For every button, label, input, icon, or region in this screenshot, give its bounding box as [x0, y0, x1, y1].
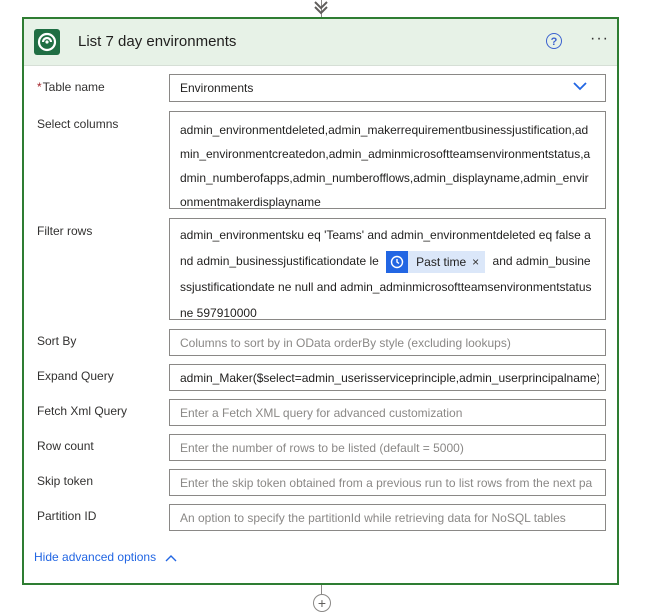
token-label: Past time	[416, 254, 467, 269]
sort-by-label: Sort By	[37, 334, 77, 348]
sort-by-input[interactable]: Columns to sort by in OData orderBy styl…	[169, 329, 606, 356]
action-card: List 7 day environments ? ··· *Table nam…	[22, 17, 619, 585]
select-columns-input[interactable]: admin_environmentdeleted,admin_makerrequ…	[169, 111, 606, 209]
filter-rows-input[interactable]: admin_environmentsku eq 'Teams' and admi…	[169, 218, 606, 320]
fetch-xml-placeholder: Enter a Fetch XML query for advanced cus…	[180, 406, 463, 420]
plus-icon[interactable]: +	[313, 594, 331, 612]
card-header[interactable]: List 7 day environments ? ···	[24, 19, 617, 66]
past-time-token[interactable]: Past time ×	[386, 250, 486, 273]
fetch-xml-label: Fetch Xml Query	[37, 404, 128, 418]
hide-advanced-options-label: Hide advanced options	[34, 550, 157, 564]
hide-advanced-options-link[interactable]: Hide advanced options	[34, 550, 177, 564]
chevron-down-icon[interactable]	[573, 81, 587, 91]
partition-id-input[interactable]: An option to specify the partitionId whi…	[169, 504, 606, 531]
skip-token-input[interactable]: Enter the skip token obtained from a pre…	[169, 469, 606, 496]
partition-id-label: Partition ID	[37, 509, 97, 523]
row-count-placeholder: Enter the number of rows to be listed (d…	[180, 441, 464, 455]
filter-rows-label: Filter rows	[37, 224, 93, 238]
skip-token-placeholder: Enter the skip token obtained from a pre…	[180, 476, 593, 490]
select-columns-label: Select columns	[37, 117, 119, 131]
more-options-icon[interactable]: ···	[590, 30, 609, 48]
row-count-input[interactable]: Enter the number of rows to be listed (d…	[169, 434, 606, 461]
partition-id-placeholder: An option to specify the partitionId whi…	[180, 511, 566, 525]
card-title[interactable]: List 7 day environments	[78, 33, 236, 50]
sort-by-placeholder: Columns to sort by in OData orderBy styl…	[180, 336, 511, 350]
expand-query-label: Expand Query	[37, 369, 114, 383]
skip-token-label: Skip token	[37, 474, 94, 488]
dataverse-logo-icon	[34, 29, 60, 55]
expand-query-value: admin_Maker($select=admin_userisservicep…	[180, 371, 599, 385]
table-name-value: Environments	[180, 81, 254, 95]
expand-query-input[interactable]: admin_Maker($select=admin_userisservicep…	[169, 364, 606, 391]
table-name-dropdown[interactable]: Environments	[169, 74, 606, 102]
help-circle-icon[interactable]: ?	[546, 33, 562, 49]
table-name-label-text: Table name	[42, 80, 105, 94]
arrow-down-icon	[314, 1, 328, 15]
fetch-xml-input[interactable]: Enter a Fetch XML query for advanced cus…	[169, 399, 606, 426]
row-count-label: Row count	[37, 439, 94, 453]
chevron-up-icon	[165, 554, 177, 562]
clock-icon	[386, 250, 409, 273]
required-marker: *	[37, 80, 42, 94]
token-close-icon[interactable]: ×	[472, 255, 479, 269]
table-name-label: *Table name	[37, 80, 105, 94]
